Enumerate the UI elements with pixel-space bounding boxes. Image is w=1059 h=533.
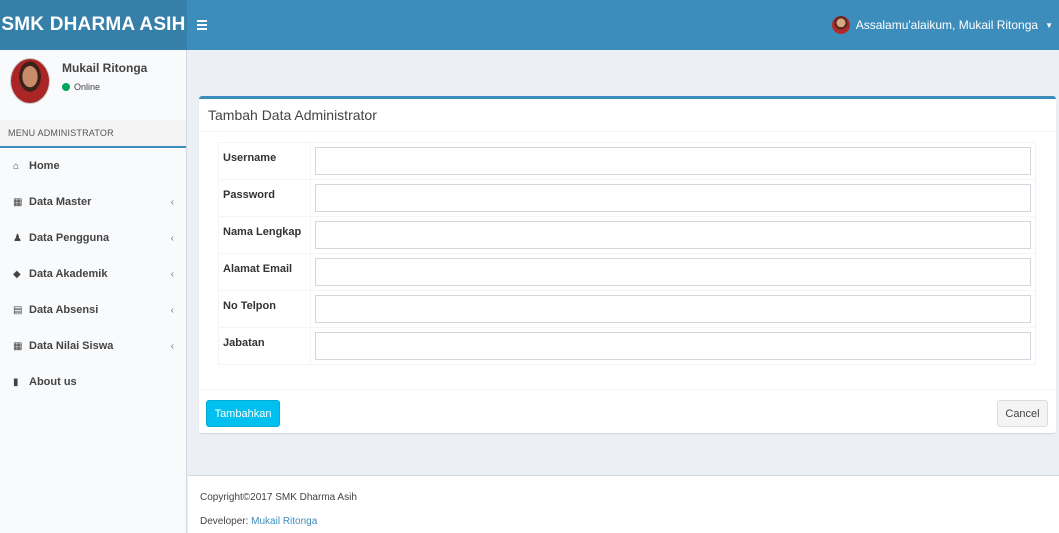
sidebar-user-name: Mukail Ritonga	[62, 61, 148, 75]
sidebar-item-data-absensi[interactable]: ▤ Data Absensi ‹	[0, 292, 186, 328]
field-label: Username	[218, 142, 311, 180]
sidebar-item-about-us[interactable]: ▮ About us	[0, 364, 186, 400]
form-row: Username	[218, 142, 1036, 180]
user-status: Online	[62, 82, 100, 92]
online-dot-icon	[62, 83, 70, 91]
field-label: Jabatan	[218, 327, 311, 365]
calendar-icon: ▤	[13, 304, 23, 316]
submit-button[interactable]: Tambahkan	[206, 400, 280, 427]
chevron-left-icon: ‹	[170, 340, 174, 352]
field-label: No Telpon	[218, 290, 311, 328]
user-icon: ♟	[13, 232, 22, 244]
developer-link[interactable]: Mukail Ritonga	[251, 516, 317, 527]
book-icon: ▮	[13, 376, 19, 388]
username-field[interactable]	[315, 147, 1031, 175]
sidebar: Mukail Ritonga Online MENU ADMINISTRATOR…	[0, 50, 187, 533]
sidebar-item-data-akademik[interactable]: ◆ Data Akademik ‹	[0, 256, 186, 292]
email-field[interactable]	[315, 258, 1031, 286]
chevron-left-icon: ‹	[170, 196, 174, 208]
divider	[199, 131, 1056, 132]
form-row: Nama Lengkap	[218, 216, 1036, 254]
sidebar-item-data-nilai-siswa[interactable]: ▦ Data Nilai Siswa ‹	[0, 328, 186, 364]
copyright-text: Copyright©2017 SMK Dharma Asih	[200, 492, 357, 503]
sidebar-item-label: Data Absensi	[29, 304, 99, 316]
form-row: Password	[218, 179, 1036, 217]
sidebar-item-data-master[interactable]: ▦ Data Master ‹	[0, 184, 186, 220]
app-logo[interactable]: SMK DHARMA ASIH	[0, 0, 187, 50]
sidebar-item-home[interactable]: ⌂ Home	[0, 148, 186, 184]
tag-icon: ◆	[13, 268, 21, 280]
position-field[interactable]	[315, 332, 1031, 360]
caret-down-icon: ▼	[1045, 20, 1053, 30]
page-title: Tambah Data Administrator	[208, 107, 377, 123]
developer-prefix: Developer:	[200, 516, 252, 527]
chevron-left-icon: ‹	[170, 268, 174, 280]
form-box: Tambah Data Administrator Username Passw…	[199, 96, 1056, 433]
avatar	[10, 58, 50, 104]
cancel-button[interactable]: Cancel	[997, 400, 1048, 427]
form-row: Alamat Email	[218, 253, 1036, 291]
field-label: Nama Lengkap	[218, 216, 311, 254]
sidebar-menu: ⌂ Home ▦ Data Master ‹ ♟ Data Pengguna ‹…	[0, 148, 186, 400]
grid-icon: ▦	[13, 340, 23, 352]
sidebar-item-label: Data Akademik	[29, 268, 108, 280]
chevron-left-icon: ‹	[170, 232, 174, 244]
avatar	[831, 16, 850, 34]
sidebar-item-label: Data Nilai Siswa	[29, 340, 114, 352]
status-label: Online	[74, 82, 101, 92]
hamburger-icon[interactable]	[197, 15, 215, 35]
phone-field[interactable]	[315, 295, 1031, 323]
table-icon: ▦	[13, 196, 23, 208]
developer-credit: Developer: Mukail Ritonga	[200, 516, 1059, 533]
sidebar-item-label: Home	[29, 160, 60, 172]
home-icon: ⌂	[13, 160, 20, 172]
top-navbar: Assalamu'alaikum, Mukail Ritonga ▼	[187, 0, 1059, 50]
sidebar-item-label: Data Pengguna	[29, 232, 110, 244]
form-table: Username Password Nama Lengkap Alamat Em…	[218, 142, 1036, 365]
form-row: Jabatan	[218, 327, 1036, 365]
sidebar-item-label: About us	[29, 376, 77, 388]
field-label: Alamat Email	[218, 253, 311, 291]
field-label: Password	[218, 179, 311, 217]
page-footer: Copyright©2017 SMK Dharma Asih Developer…	[188, 475, 1059, 533]
form-row: No Telpon	[218, 290, 1036, 328]
user-panel: Mukail Ritonga Online	[0, 50, 186, 116]
sidebar-item-data-pengguna[interactable]: ♟ Data Pengguna ‹	[0, 220, 186, 256]
chevron-left-icon: ‹	[170, 304, 174, 316]
user-greeting: Assalamu'alaikum, Mukail Ritonga	[855, 18, 1039, 32]
divider	[199, 389, 1056, 390]
user-menu-dropdown[interactable]: Assalamu'alaikum, Mukail Ritonga ▼	[831, 0, 1053, 50]
sidebar-item-label: Data Master	[29, 196, 92, 208]
full-name-field[interactable]	[315, 221, 1031, 249]
menu-header: MENU ADMINISTRATOR	[0, 120, 186, 148]
password-field[interactable]	[315, 184, 1031, 212]
